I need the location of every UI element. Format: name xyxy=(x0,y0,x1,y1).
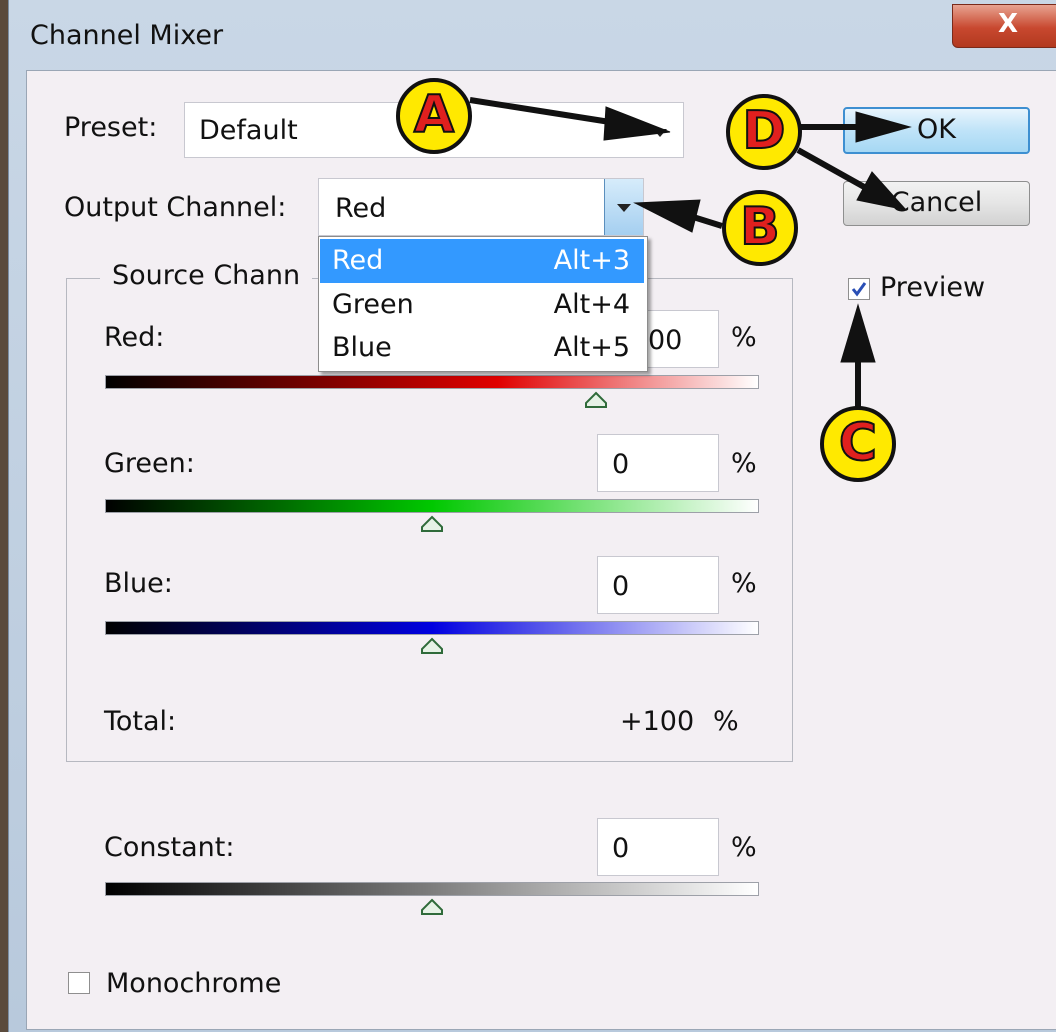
annotation-badge-a: A xyxy=(396,78,472,154)
annotation-arrows xyxy=(469,97,912,410)
arrow-d-cancel-head xyxy=(856,171,908,211)
arrow-a-head xyxy=(603,106,671,141)
arrow-a-line xyxy=(469,97,611,125)
arrow-d-ok-head xyxy=(855,111,912,143)
arrow-b-head xyxy=(633,199,701,233)
annotation-badge-c: C xyxy=(820,406,896,482)
arrow-d-cancel-line xyxy=(796,147,868,191)
arrow-c-head xyxy=(840,303,876,363)
annotation-badge-d: D xyxy=(726,94,802,170)
annotation-badge-b: B xyxy=(722,190,798,266)
